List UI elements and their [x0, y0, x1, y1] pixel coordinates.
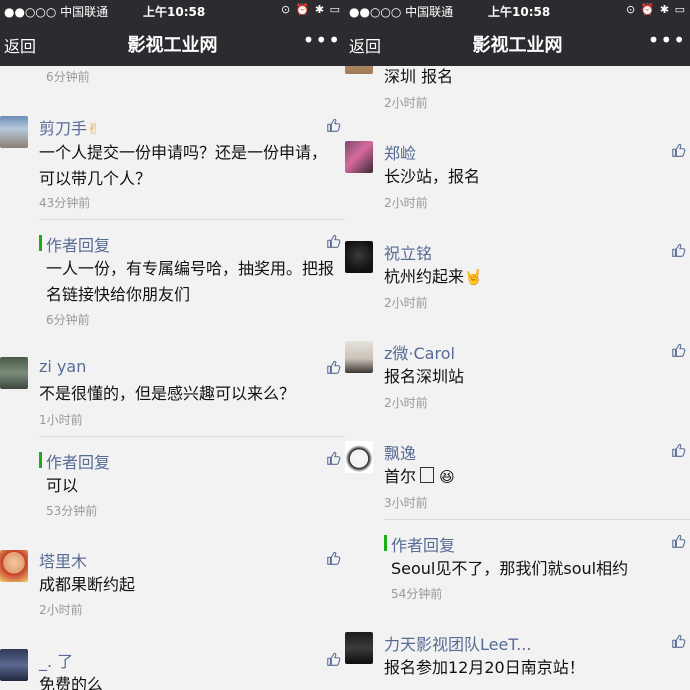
status-icons: ⊙ ⏰ ✱ ▭: [625, 3, 686, 16]
thumbs-up-icon[interactable]: [326, 118, 342, 134]
avatar[interactable]: [0, 116, 28, 148]
thumbs-up-icon[interactable]: [326, 451, 342, 467]
comment-text: 首尔 😆: [384, 464, 674, 490]
thumbs-up-icon[interactable]: [326, 551, 342, 567]
comment-list: 6分钟前 剪刀手✌ 一个人提交一份申请吗？还是一份申请，可以带几个人？ 43分钟…: [0, 66, 345, 690]
comment-text: 免费的么: [39, 675, 104, 690]
nav-bar: 返回 影视工业网 •••: [345, 22, 690, 66]
avatar[interactable]: [345, 441, 373, 473]
victory-emoji-icon: ✌: [87, 120, 100, 138]
thumbs-up-icon[interactable]: [326, 234, 342, 250]
reply-label: 作者回复: [46, 236, 111, 255]
reply-text: 一人一份，有专属编号哈，抽奖用。把报名链接快给你朋友们: [46, 259, 335, 304]
reply-marker: [39, 452, 42, 468]
comment-text: 成都果断约起: [39, 575, 136, 594]
nav-bar: 返回 影视工业网 •••: [0, 22, 345, 66]
comment-time: 6分钟前: [46, 70, 90, 84]
avatar[interactable]: [345, 241, 373, 273]
thumbs-up-icon[interactable]: [326, 652, 342, 668]
avatar[interactable]: [345, 341, 373, 373]
avatar[interactable]: [345, 141, 373, 173]
left-screen: ●●○○○ 中国联通 上午10:58 ⊙ ⏰ ✱ ▭ 返回 影视工业网 ••• …: [0, 0, 345, 690]
clock: 上午10:58: [488, 5, 551, 19]
reply-text: 可以: [46, 476, 79, 495]
clock: 上午10:58: [143, 5, 206, 19]
reply-time: 6分钟前: [46, 313, 90, 327]
comment-time: 2小时前: [384, 196, 428, 210]
comment-text: 一个人提交一份申请吗？还是一份申请，可以带几个人？: [39, 143, 328, 188]
comment-time: 2小时前: [384, 96, 428, 110]
thumbs-up-icon[interactable]: [671, 534, 687, 550]
thumbs-up-icon[interactable]: [671, 343, 687, 359]
status-bar: ●●○○○ 中国联通 上午10:58 ⊙ ⏰ ✱ ▭: [345, 0, 690, 22]
rock-hand-emoji-icon: 🤘: [464, 268, 483, 286]
carrier-label: ●●○○○ 中国联通: [4, 5, 109, 19]
comment-text: 报名深圳站: [384, 367, 465, 386]
thumbs-up-icon[interactable]: [671, 634, 687, 650]
missing-glyph-icon: [420, 467, 435, 483]
avatar[interactable]: [345, 66, 373, 74]
commenter-name[interactable]: 郑崄: [384, 140, 416, 164]
commenter-name[interactable]: z微·Carol: [384, 340, 455, 364]
reply-time: 54分钟前: [391, 587, 443, 601]
reply-label: 作者回复: [391, 536, 456, 555]
right-screen: ●●○○○ 中国联通 上午10:58 ⊙ ⏰ ✱ ▭ 返回 影视工业网 ••• …: [345, 0, 690, 690]
status-bar: ●●○○○ 中国联通 上午10:58 ⊙ ⏰ ✱ ▭: [0, 0, 345, 22]
comment-list: 深圳 报名 2小时前 郑崄 长沙站，报名 2小时前 祝立铭 杭州约起来🤘 2小时…: [345, 66, 690, 690]
avatar[interactable]: [0, 357, 28, 389]
comment-time: 1小时前: [39, 413, 83, 427]
page-title: 影视工业网: [472, 35, 563, 56]
reply-time: 53分钟前: [46, 504, 98, 518]
thumbs-up-icon[interactable]: [671, 143, 687, 159]
comment-text: 长沙站，报名: [384, 167, 481, 186]
commenter-name[interactable]: 塔里木: [39, 548, 87, 572]
more-menu-button[interactable]: •••: [303, 28, 341, 52]
more-menu-button[interactable]: •••: [648, 28, 686, 52]
avatar[interactable]: [0, 550, 28, 582]
carrier-label: ●●○○○ 中国联通: [349, 5, 454, 19]
commenter-name[interactable]: 力天影视团队LeeT...: [384, 631, 531, 655]
comment-time: 43分钟前: [39, 196, 91, 210]
reply-text: Seoul见不了，那我们就soul相约: [391, 559, 629, 578]
status-icons: ⊙ ⏰ ✱ ▭: [280, 3, 341, 16]
comment-text: 报名参加12月20日南京站！: [384, 658, 585, 677]
comment-text: 深圳 报名: [384, 67, 454, 86]
thumbs-up-icon[interactable]: [671, 243, 687, 259]
thumbs-up-icon[interactable]: [326, 360, 342, 376]
laughing-emoji-icon: 😆: [439, 468, 455, 486]
comment-text: 杭州约起来🤘: [384, 264, 674, 290]
comment-time: 2小时前: [384, 296, 428, 310]
avatar[interactable]: [345, 632, 373, 664]
thumbs-up-icon[interactable]: [671, 443, 687, 459]
commenter-name[interactable]: zi yan: [39, 357, 86, 376]
commenter-name[interactable]: 祝立铭: [384, 240, 432, 264]
divider: [39, 219, 345, 220]
comment-text: 不是很懂的，但是感兴趣可以来么？: [39, 384, 296, 403]
comment-time: 3小时前: [384, 496, 428, 510]
reply-marker: [384, 535, 387, 551]
comment-time: 2小时前: [39, 603, 83, 617]
page-title: 影视工业网: [127, 35, 218, 56]
reply-marker: [39, 235, 42, 251]
comment-time: 2小时前: [384, 396, 428, 410]
avatar[interactable]: [0, 649, 28, 681]
divider: [384, 519, 690, 520]
commenter-name[interactable]: 飘逸: [384, 440, 416, 464]
commenter-name[interactable]: _. 了: [39, 648, 73, 672]
commenter-name[interactable]: 剪刀手✌: [39, 115, 100, 139]
divider: [39, 436, 345, 437]
reply-label: 作者回复: [46, 453, 111, 472]
